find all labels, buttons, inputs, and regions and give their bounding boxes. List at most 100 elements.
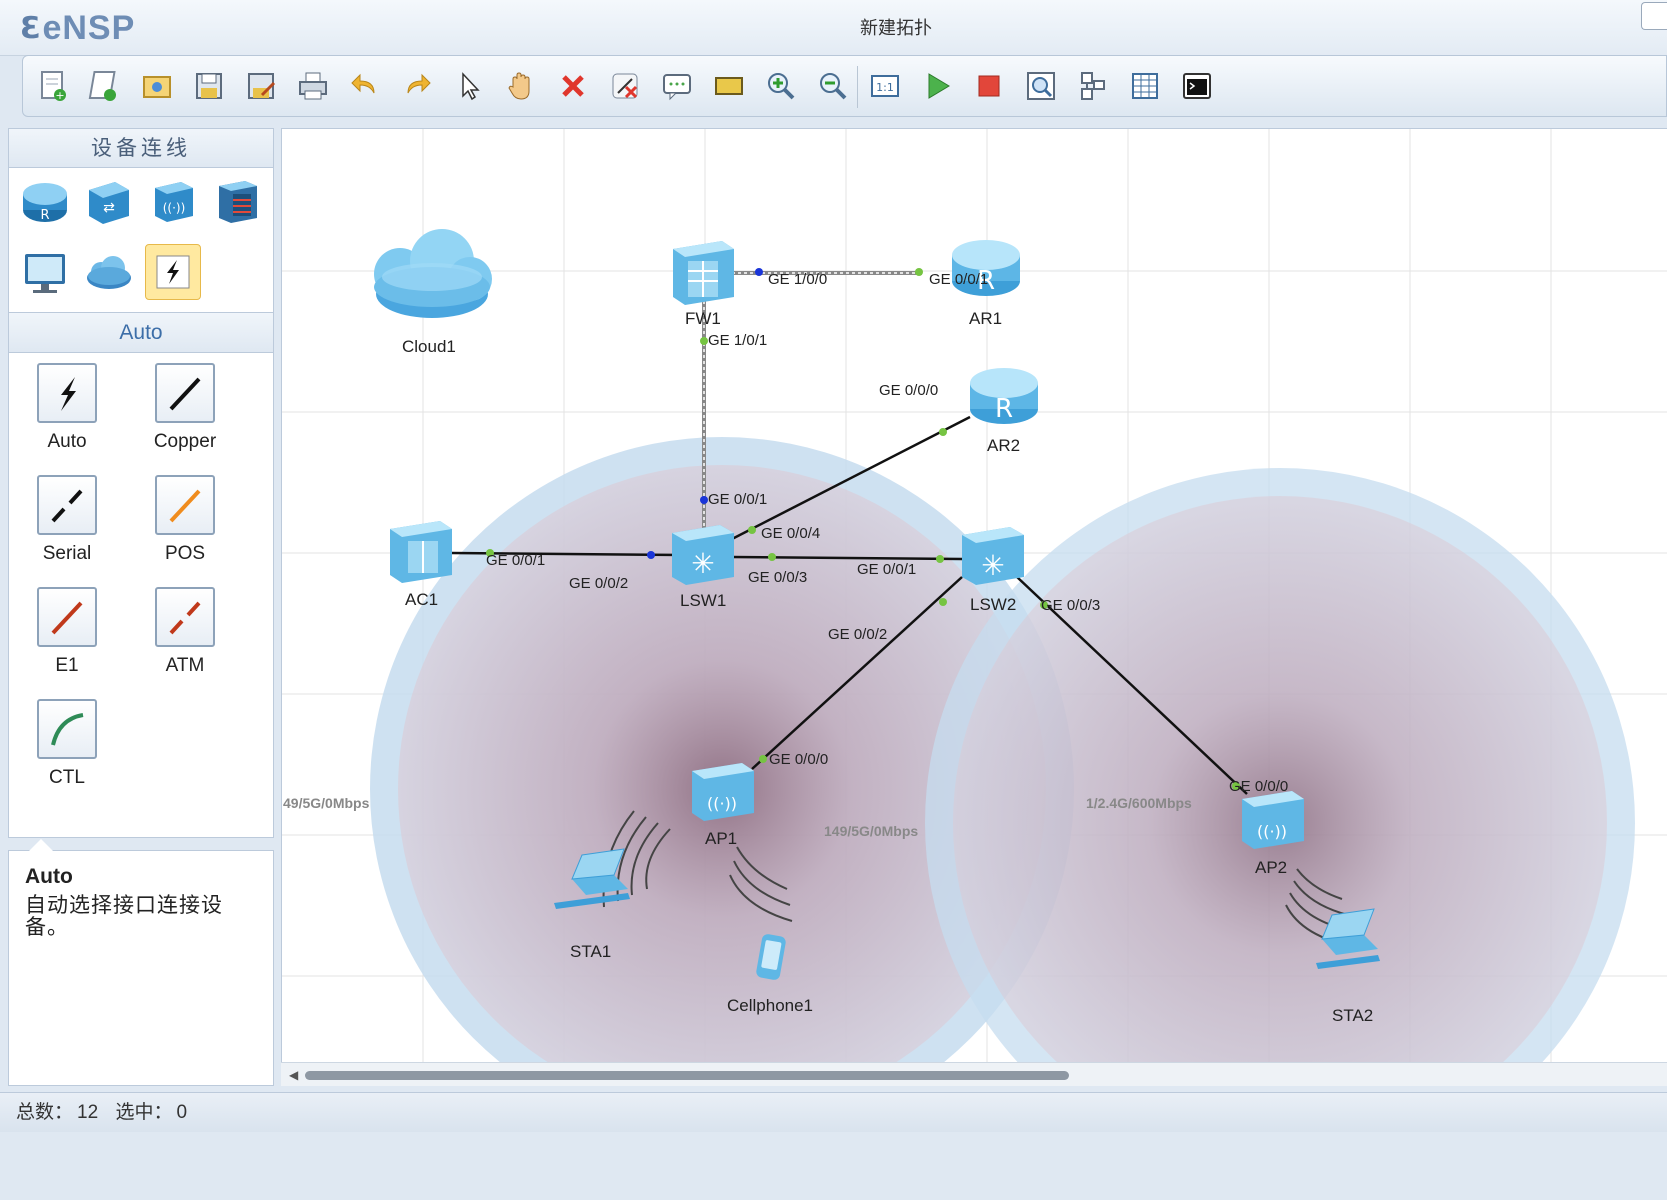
hand-icon xyxy=(508,72,530,100)
switch-icon: ⇄ xyxy=(89,182,129,224)
left-panel: 设备连线 R ⇄ ((·)) Auto Auto Copper Serial P… xyxy=(8,128,274,1088)
total-count: 12 xyxy=(77,1102,99,1123)
delete-link-icon xyxy=(612,73,638,99)
copper-cable-icon xyxy=(169,377,201,411)
lsw2-device[interactable]: ✳ xyxy=(962,527,1024,585)
new-example-button[interactable] xyxy=(83,64,127,108)
scrollbar-thumb[interactable] xyxy=(305,1071,1069,1080)
wireless-label: 1/2.4G/600Mbps xyxy=(1086,795,1192,811)
sta1-label: STA1 xyxy=(570,942,612,961)
zoom-in-icon xyxy=(768,73,795,100)
device-category-grid: R ⇄ ((·)) xyxy=(8,168,274,313)
description-title: Auto xyxy=(25,865,73,888)
save-as-icon xyxy=(248,73,276,99)
terminal-category[interactable] xyxy=(17,244,73,300)
window-title: 新建拓扑 xyxy=(860,18,932,38)
port-label: GE 0/0/3 xyxy=(1041,597,1101,614)
pos-cable-icon xyxy=(169,489,201,523)
cable-copper[interactable]: Copper xyxy=(135,363,235,453)
port-label: GE 1/0/0 xyxy=(768,271,828,288)
port-label: GE 0/0/2 xyxy=(569,575,629,592)
cable-label: E1 xyxy=(55,655,79,676)
open-button[interactable] xyxy=(135,64,179,108)
link-category[interactable] xyxy=(145,244,201,300)
cable-auto[interactable]: Auto xyxy=(17,363,117,453)
svg-text:((·)): ((·)) xyxy=(1257,822,1287,841)
lsw2-label: LSW2 xyxy=(970,595,1017,614)
firewall-category[interactable] xyxy=(209,174,265,230)
ap1-label: AP1 xyxy=(705,829,738,848)
redo-button[interactable] xyxy=(395,64,439,108)
selected-label: 选中： xyxy=(115,1102,173,1123)
console-button[interactable] xyxy=(1175,64,1219,108)
fit-button[interactable]: 1:1 xyxy=(863,64,907,108)
cloud1-device[interactable] xyxy=(374,229,492,318)
router-category[interactable]: R xyxy=(17,174,73,230)
ar2-label: AR2 xyxy=(987,436,1021,455)
window-bottom xyxy=(0,1132,1667,1200)
start-button[interactable] xyxy=(915,64,959,108)
play-icon xyxy=(928,73,950,99)
zoom-out-button[interactable] xyxy=(811,64,855,108)
atm-cable-icon xyxy=(169,601,201,635)
zoom-in-button[interactable] xyxy=(759,64,803,108)
fw1-device[interactable] xyxy=(673,241,734,305)
port-label: GE 0/0/1 xyxy=(486,552,546,569)
pan-button[interactable] xyxy=(499,64,543,108)
switch-category[interactable]: ⇄ xyxy=(81,174,137,230)
delete-link-button[interactable] xyxy=(603,64,647,108)
grid-button[interactable] xyxy=(1123,64,1167,108)
horizontal-scrollbar[interactable]: ◀ xyxy=(281,1062,1667,1086)
ar1-label: AR1 xyxy=(969,309,1003,328)
cable-serial[interactable]: Serial xyxy=(17,475,117,565)
cable-ctl[interactable]: CTL xyxy=(17,699,117,789)
devices-panel-header: 设备连线 xyxy=(8,128,274,168)
firewall-icon xyxy=(219,181,257,223)
ap2-coverage xyxy=(925,468,1635,1062)
lsw1-device[interactable]: ✳ xyxy=(672,525,734,585)
port-label: GE 1/0/1 xyxy=(708,332,768,349)
cable-e1[interactable]: E1 xyxy=(17,587,117,677)
select-button[interactable] xyxy=(447,64,491,108)
pointer-icon xyxy=(462,72,480,101)
save-button[interactable] xyxy=(187,64,231,108)
cable-atm[interactable]: ATM xyxy=(135,587,235,677)
svg-text:✳: ✳ xyxy=(691,547,714,580)
status-bar: 总数： 12 选中： 0 xyxy=(0,1092,1667,1132)
toolbar-separator xyxy=(857,66,858,108)
new-topology-button[interactable]: + xyxy=(31,64,75,108)
ar2-device[interactable]: R xyxy=(970,368,1038,424)
sta2-label: STA2 xyxy=(1332,1006,1374,1025)
print-button[interactable] xyxy=(291,64,335,108)
delete-button[interactable] xyxy=(551,64,595,108)
redo-icon xyxy=(407,73,431,94)
cable-pos[interactable]: POS xyxy=(135,475,235,565)
wlan-category[interactable]: ((·)) xyxy=(145,174,201,230)
cable-label: Serial xyxy=(42,543,92,564)
topology-button[interactable] xyxy=(1071,64,1115,108)
title-bar: ℇ eNSP 新建拓扑 xyxy=(0,0,1667,56)
text-button[interactable] xyxy=(655,64,699,108)
topology-canvas[interactable]: R R ✳ ✳ ((·)) ((·)) Cloud1 FW1 AR1 AR2 A… xyxy=(281,128,1667,1062)
ac1-device[interactable] xyxy=(390,521,452,583)
cloud-category[interactable] xyxy=(81,244,137,300)
stop-button[interactable] xyxy=(967,64,1011,108)
app-name: eNSP xyxy=(42,8,136,47)
port-label: GE 0/0/3 xyxy=(748,569,808,586)
rectangle-button[interactable] xyxy=(707,64,751,108)
print-icon xyxy=(299,72,327,100)
undo-button[interactable] xyxy=(343,64,387,108)
scroll-left-arrow-icon[interactable]: ◀ xyxy=(289,1068,298,1082)
ap1-device[interactable]: ((·)) xyxy=(692,763,754,821)
svg-text:((·)): ((·)) xyxy=(163,201,186,215)
save-as-button[interactable] xyxy=(239,64,283,108)
cable-label: ATM xyxy=(165,655,205,676)
save-icon xyxy=(196,73,222,99)
ap2-device[interactable]: ((·)) xyxy=(1242,791,1304,849)
svg-text:+: + xyxy=(55,89,64,102)
svg-text:1:1: 1:1 xyxy=(876,81,894,94)
capture-button[interactable] xyxy=(1019,64,1063,108)
new-example-icon xyxy=(88,71,116,101)
cable-panel-header: Auto xyxy=(8,313,274,353)
window-control-button[interactable] xyxy=(1641,2,1667,30)
